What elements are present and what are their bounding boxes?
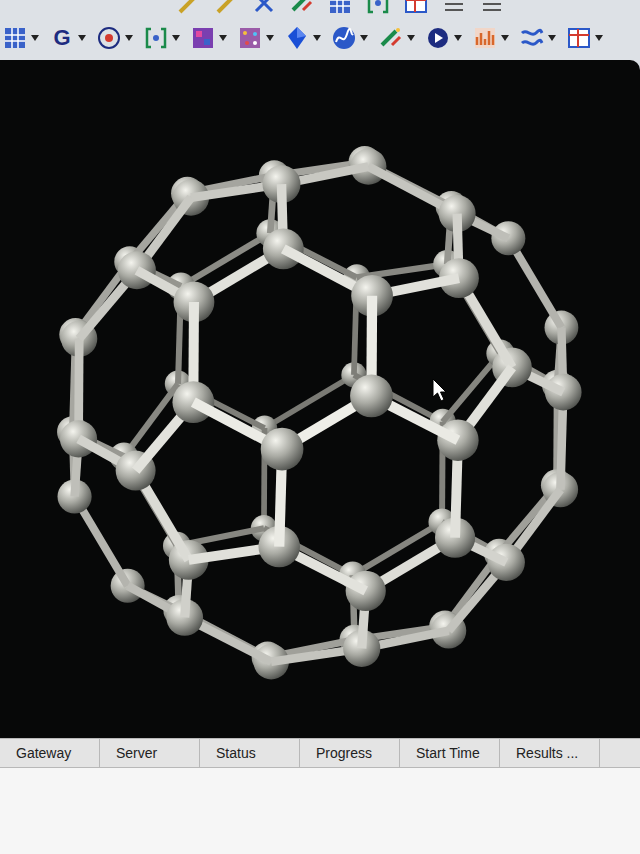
jobs-panel: GatewayServerStatusProgressStart TimeRes… bbox=[0, 738, 640, 854]
wand-icon bbox=[289, 0, 315, 16]
table-icon bbox=[403, 0, 429, 16]
chart-icon bbox=[472, 25, 498, 51]
molecule-viewport[interactable] bbox=[0, 60, 640, 738]
column-header[interactable]: Progress bbox=[300, 739, 400, 767]
toolbar-button[interactable] bbox=[425, 25, 472, 51]
bracket-icon bbox=[143, 25, 169, 51]
dropdown-arrow-icon[interactable] bbox=[407, 35, 415, 41]
toolbar-button[interactable] bbox=[2, 25, 49, 51]
dropdown-arrow-icon[interactable] bbox=[548, 35, 556, 41]
grid-icon bbox=[327, 0, 353, 16]
grid-icon bbox=[2, 25, 28, 51]
toolbar-label: G bbox=[49, 27, 75, 49]
dropdown-arrow-icon[interactable] bbox=[501, 35, 509, 41]
column-header[interactable]: Start Time bbox=[400, 739, 500, 767]
jobs-header: GatewayServerStatusProgressStart TimeRes… bbox=[0, 738, 640, 768]
toolbar: G bbox=[0, 0, 640, 60]
cross-icon bbox=[251, 0, 277, 16]
dropdown-arrow-icon[interactable] bbox=[360, 35, 368, 41]
toolbar-button[interactable] bbox=[175, 0, 201, 16]
toolbar-button[interactable] bbox=[365, 0, 391, 16]
toolbar-button[interactable]: G bbox=[49, 27, 96, 49]
pen-icon bbox=[175, 0, 201, 16]
carbon-atom[interactable] bbox=[60, 420, 97, 457]
carbon-atom[interactable] bbox=[172, 381, 214, 423]
pen-icon bbox=[213, 0, 239, 16]
toolbar-button[interactable] bbox=[479, 0, 505, 16]
curve-icon bbox=[331, 25, 357, 51]
toolbar-button[interactable] bbox=[327, 0, 353, 16]
toolbar-button[interactable] bbox=[213, 0, 239, 16]
dropdown-arrow-icon[interactable] bbox=[454, 35, 462, 41]
palette-icon bbox=[190, 25, 216, 51]
target-icon bbox=[96, 25, 122, 51]
toolbar-button[interactable] bbox=[441, 0, 467, 16]
c60-molecule[interactable] bbox=[0, 60, 640, 738]
toolbar-button[interactable] bbox=[378, 25, 425, 51]
table-icon bbox=[566, 25, 592, 51]
toolbar-top-row bbox=[0, 0, 640, 16]
toolbar-button[interactable] bbox=[331, 25, 378, 51]
dropdown-arrow-icon[interactable] bbox=[31, 35, 39, 41]
play-icon bbox=[425, 25, 451, 51]
toolbar-button[interactable] bbox=[403, 0, 429, 16]
toolbar-button[interactable] bbox=[143, 25, 190, 51]
carbon-atom[interactable] bbox=[118, 251, 156, 289]
toolbar-button[interactable] bbox=[237, 25, 284, 51]
toolbar-button[interactable] bbox=[472, 25, 519, 51]
dropdown-arrow-icon[interactable] bbox=[595, 35, 603, 41]
toolbar-main-row: G bbox=[0, 16, 640, 60]
toolbar-button[interactable] bbox=[566, 25, 613, 51]
network-icon bbox=[519, 25, 545, 51]
list-icon bbox=[441, 0, 467, 16]
dropdown-arrow-icon[interactable] bbox=[313, 35, 321, 41]
dots-icon bbox=[237, 25, 263, 51]
dropdown-arrow-icon[interactable] bbox=[125, 35, 133, 41]
toolbar-button[interactable] bbox=[289, 0, 315, 16]
toolbar-button[interactable] bbox=[251, 0, 277, 16]
bracket-icon bbox=[365, 0, 391, 16]
toolbar-button[interactable] bbox=[96, 25, 143, 51]
column-header[interactable]: Status bbox=[200, 739, 300, 767]
jobs-list bbox=[0, 768, 640, 854]
cursor-icon bbox=[432, 378, 448, 402]
toolbar-button[interactable] bbox=[284, 25, 331, 51]
wand-icon bbox=[378, 25, 404, 51]
list-icon bbox=[479, 0, 505, 16]
dropdown-arrow-icon[interactable] bbox=[78, 35, 86, 41]
carbon-atom[interactable] bbox=[261, 428, 304, 471]
column-header[interactable]: Server bbox=[100, 739, 200, 767]
column-header[interactable]: Results ... bbox=[500, 739, 600, 767]
diamond-icon bbox=[284, 25, 310, 51]
dropdown-arrow-icon[interactable] bbox=[172, 35, 180, 41]
toolbar-button[interactable] bbox=[190, 25, 237, 51]
toolbar-button[interactable] bbox=[519, 25, 566, 51]
carbon-atom[interactable] bbox=[350, 375, 393, 418]
dropdown-arrow-icon[interactable] bbox=[219, 35, 227, 41]
dropdown-arrow-icon[interactable] bbox=[266, 35, 274, 41]
column-header[interactable]: Gateway bbox=[0, 739, 100, 767]
